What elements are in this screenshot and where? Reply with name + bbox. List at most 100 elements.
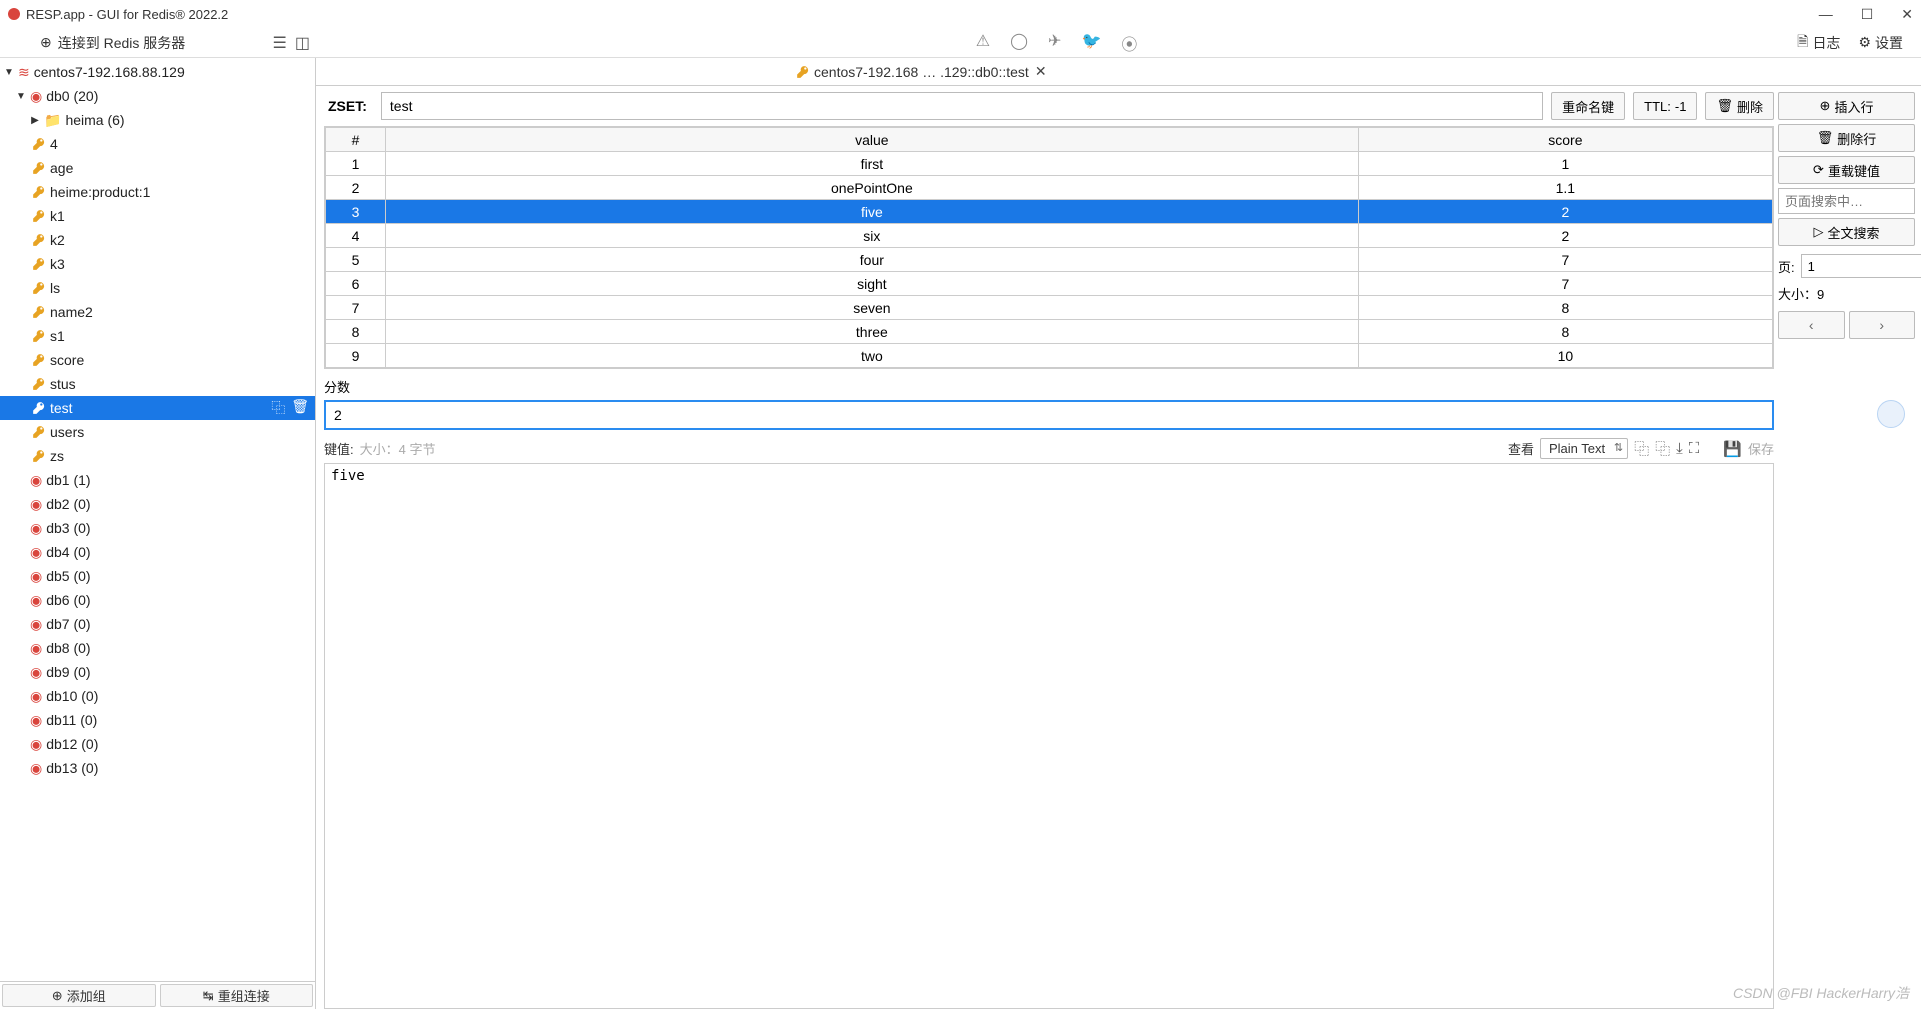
- rename-button[interactable]: 重命名键: [1551, 92, 1625, 120]
- tab-bar: centos7-192.168 … .129::db0::test ✕: [316, 58, 1921, 86]
- cell-num: 2: [326, 176, 386, 200]
- db-label: db9 (0): [46, 664, 90, 680]
- view-mode-select[interactable]: Plain Text: [1540, 438, 1628, 459]
- full-search-button[interactable]: ▷ 全文搜索: [1778, 218, 1915, 246]
- copy-icon[interactable]: ⿻: [1634, 438, 1649, 459]
- key-node[interactable]: name2: [0, 300, 315, 324]
- copy-icon[interactable]: ⿻: [271, 398, 285, 418]
- db-node[interactable]: ◉db9 (0): [0, 660, 315, 684]
- table-row[interactable]: 4six2: [326, 224, 1773, 248]
- list-icon[interactable]: ☰: [273, 33, 287, 53]
- db-node[interactable]: ◉db5 (0): [0, 564, 315, 588]
- alert-icon[interactable]: ⚠: [976, 31, 990, 55]
- play-icon: ▷: [1813, 224, 1823, 240]
- tab-label[interactable]: centos7-192.168 … .129::db0::test: [814, 64, 1029, 80]
- db-node[interactable]: ◉db2 (0): [0, 492, 315, 516]
- next-page-button[interactable]: ›: [1849, 311, 1916, 339]
- col-num[interactable]: #: [326, 128, 386, 152]
- database-icon: ◉: [30, 520, 42, 537]
- tab-close-button[interactable]: ✕: [1035, 63, 1047, 80]
- col-value[interactable]: value: [386, 128, 1359, 152]
- minimize-button[interactable]: —: [1819, 6, 1833, 23]
- col-score[interactable]: score: [1358, 128, 1772, 152]
- maximize-button[interactable]: ☐: [1861, 6, 1874, 23]
- db-node[interactable]: ◉db8 (0): [0, 636, 315, 660]
- value-textarea[interactable]: five: [324, 463, 1774, 1009]
- save-icon[interactable]: 💾: [1723, 440, 1742, 458]
- window-title: RESP.app - GUI for Redis® 2022.2: [26, 7, 228, 22]
- key-node[interactable]: test⿻🗑: [0, 396, 315, 420]
- db-label: db3 (0): [46, 520, 90, 536]
- prev-page-button[interactable]: ‹: [1778, 311, 1845, 339]
- log-button[interactable]: 🗎 日志: [1797, 31, 1840, 55]
- save-label[interactable]: 保存: [1748, 439, 1774, 458]
- table-row[interactable]: 8three8: [326, 320, 1773, 344]
- add-group-label: 添加组: [67, 986, 106, 1005]
- telegram-icon[interactable]: ✈: [1048, 31, 1061, 55]
- connection-node[interactable]: ▼ ≋ centos7-192.168.88.129: [0, 60, 315, 84]
- table-row[interactable]: 9two10: [326, 344, 1773, 368]
- key-name-input[interactable]: [381, 92, 1543, 120]
- assistant-badge[interactable]: [1877, 400, 1905, 428]
- close-button[interactable]: ✕: [1901, 6, 1913, 23]
- key-node[interactable]: 4: [0, 132, 315, 156]
- help-icon[interactable]: ◯: [1010, 31, 1028, 55]
- db-node[interactable]: ◉db4 (0): [0, 540, 315, 564]
- db-node[interactable]: ◉db10 (0): [0, 684, 315, 708]
- table-row[interactable]: 6sight7: [326, 272, 1773, 296]
- database-icon: ◉: [30, 496, 42, 513]
- connect-button[interactable]: ⊕ 连接到 Redis 服务器: [40, 33, 185, 53]
- key-node[interactable]: stus: [0, 372, 315, 396]
- delete-row-button[interactable]: 🗑 删除行: [1778, 124, 1915, 152]
- cell-num: 4: [326, 224, 386, 248]
- plus-circle-icon: ⊕: [52, 988, 63, 1004]
- ttl-button[interactable]: TTL: -1: [1633, 92, 1697, 120]
- table-row[interactable]: 3five2: [326, 200, 1773, 224]
- reset-conn-button[interactable]: ↹ 重组连接: [160, 984, 314, 1007]
- settings-button[interactable]: ⚙ 设置: [1858, 31, 1903, 55]
- db-node[interactable]: ◉db6 (0): [0, 588, 315, 612]
- db-node[interactable]: ◉db3 (0): [0, 516, 315, 540]
- page-input[interactable]: [1801, 254, 1921, 278]
- key-node[interactable]: k1: [0, 204, 315, 228]
- db-node[interactable]: ◉db7 (0): [0, 612, 315, 636]
- database-icon: ◉: [30, 592, 42, 609]
- github-icon[interactable]: ⦿: [1121, 31, 1137, 55]
- db-node[interactable]: ◉db1 (1): [0, 468, 315, 492]
- delete-key-button[interactable]: 🗑 删除: [1705, 92, 1774, 120]
- key-icon: [796, 65, 810, 79]
- folder-node[interactable]: ▶ 📁 heima (6): [0, 108, 315, 132]
- add-group-button[interactable]: ⊕ 添加组: [2, 984, 156, 1007]
- score-input[interactable]: [324, 400, 1774, 430]
- db-node[interactable]: ◉db13 (0): [0, 756, 315, 780]
- key-node[interactable]: zs: [0, 444, 315, 468]
- key-node[interactable]: s1: [0, 324, 315, 348]
- copy2-icon[interactable]: ⿻: [1655, 438, 1670, 459]
- cell-num: 8: [326, 320, 386, 344]
- key-node[interactable]: age: [0, 156, 315, 180]
- export-icon[interactable]: ⤓: [1676, 440, 1683, 457]
- db-label: db8 (0): [46, 640, 90, 656]
- db-label: db1 (1): [46, 472, 90, 488]
- panel-icon[interactable]: ◫: [295, 33, 310, 53]
- key-node[interactable]: k2: [0, 228, 315, 252]
- twitter-icon[interactable]: 🐦: [1081, 31, 1101, 55]
- insert-row-button[interactable]: ⊕ 插入行: [1778, 92, 1915, 120]
- page-search-input[interactable]: [1778, 188, 1915, 214]
- reload-button[interactable]: ⟳ 重载键值: [1778, 156, 1915, 184]
- table-row[interactable]: 1first1: [326, 152, 1773, 176]
- fullscreen-icon[interactable]: ⛶: [1689, 440, 1700, 457]
- table-row[interactable]: 2onePointOne1.1: [326, 176, 1773, 200]
- key-node[interactable]: k3: [0, 252, 315, 276]
- key-label: zs: [50, 448, 64, 464]
- db-node[interactable]: ▼ ◉ db0 (20): [0, 84, 315, 108]
- trash-icon[interactable]: 🗑: [291, 398, 309, 418]
- key-node[interactable]: heime:product:1: [0, 180, 315, 204]
- key-node[interactable]: ls: [0, 276, 315, 300]
- key-node[interactable]: score: [0, 348, 315, 372]
- db-node[interactable]: ◉db12 (0): [0, 732, 315, 756]
- table-row[interactable]: 5four7: [326, 248, 1773, 272]
- db-node[interactable]: ◉db11 (0): [0, 708, 315, 732]
- key-node[interactable]: users: [0, 420, 315, 444]
- table-row[interactable]: 7seven8: [326, 296, 1773, 320]
